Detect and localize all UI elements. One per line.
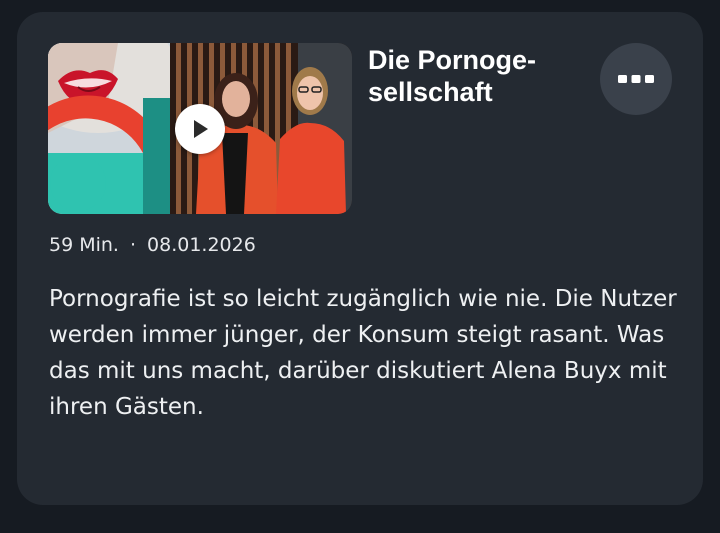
play-button[interactable] [175, 104, 225, 154]
episode-description: Pornografie ist so leicht zugänglich wie… [49, 286, 677, 420]
more-options-button[interactable] [600, 43, 672, 115]
play-icon [194, 120, 208, 138]
episode-meta: 59 Min. · 08.01.2026 [49, 232, 256, 258]
episode-title-line-1: Die Pornoge- [368, 45, 537, 75]
episode-date: 08.01.2026 [147, 234, 256, 256]
episode-title[interactable]: Die Pornoge- sellschaft [368, 44, 588, 108]
episode-duration: 59 Min. [49, 234, 119, 256]
episode-title-line-2: sellschaft [368, 77, 493, 107]
meta-separator: · [129, 234, 137, 256]
more-dots-icon [618, 75, 654, 83]
episode-thumbnail[interactable] [48, 43, 352, 214]
episode-card[interactable]: Die Pornoge- sellschaft 59 Min. · 08.01.20… [17, 12, 703, 505]
